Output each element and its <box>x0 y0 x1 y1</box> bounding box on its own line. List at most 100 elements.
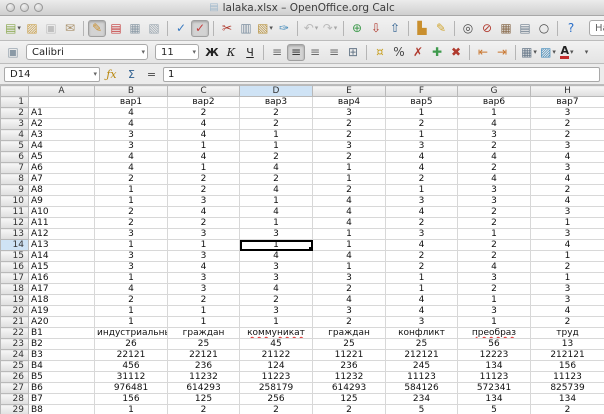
cell-B19[interactable]: 2 <box>94 294 168 306</box>
cell-E29[interactable]: 2 <box>312 404 386 414</box>
row-header-15[interactable]: 15 <box>0 250 29 262</box>
cell-A16[interactable]: A15 <box>28 261 95 273</box>
add-decimal-button[interactable]: ✚ <box>428 44 446 61</box>
cell-H28[interactable]: 134 <box>530 393 604 405</box>
align-justify-button[interactable]: ≡ <box>325 44 343 61</box>
cell-B25[interactable]: 456 <box>94 360 168 372</box>
cell-C13[interactable]: 3 <box>167 228 240 240</box>
cell-F14[interactable]: 4 <box>385 239 458 251</box>
chart-icon[interactable]: ▙ <box>413 20 431 37</box>
cell-B23[interactable]: 26 <box>94 338 168 350</box>
cell-E7[interactable]: 1 <box>312 162 386 174</box>
cell-B2[interactable]: 4 <box>94 107 168 119</box>
row-header-12[interactable]: 12 <box>0 217 29 229</box>
cell-C23[interactable]: 25 <box>167 338 240 350</box>
cell-H24[interactable]: 212121 <box>530 349 604 361</box>
cell-D12[interactable]: 1 <box>239 217 313 229</box>
cell-G10[interactable]: 3 <box>457 195 531 207</box>
cell-G7[interactable]: 2 <box>457 162 531 174</box>
underline-button[interactable]: Ч <box>241 44 259 61</box>
cell-E13[interactable]: 1 <box>312 228 386 240</box>
cell-D25[interactable]: 124 <box>239 360 313 372</box>
cell-G20[interactable]: 3 <box>457 305 531 317</box>
cut-icon[interactable]: ✂ <box>218 20 236 37</box>
standard-format-button[interactable]: ✗ <box>409 44 427 61</box>
cell-F12[interactable]: 2 <box>385 217 458 229</box>
gallery-icon[interactable]: ▦ <box>497 20 515 37</box>
cell-A23[interactable]: B2 <box>28 338 95 350</box>
cell-G28[interactable]: 134 <box>457 393 531 405</box>
cell-C7[interactable]: 1 <box>167 162 240 174</box>
cell-F1[interactable]: вар5 <box>385 96 458 108</box>
cell-G21[interactable]: 1 <box>457 316 531 328</box>
cell-B11[interactable]: 2 <box>94 206 168 218</box>
cell-F2[interactable]: 1 <box>385 107 458 119</box>
cell-A13[interactable]: A12 <box>28 228 95 240</box>
cell-B9[interactable]: 1 <box>94 184 168 196</box>
cell-C14[interactable]: 1 <box>167 239 240 251</box>
cell-H22[interactable]: труд <box>530 327 604 339</box>
navigator-icon[interactable]: ⊘ <box>478 20 496 37</box>
cell-G19[interactable]: 1 <box>457 294 531 306</box>
cell-D29[interactable]: 2 <box>239 404 313 414</box>
cell-C24[interactable]: 22121 <box>167 349 240 361</box>
cell-A8[interactable]: A7 <box>28 173 95 185</box>
delete-decimal-button[interactable]: ✖ <box>447 44 465 61</box>
close-window-button[interactable] <box>6 3 15 12</box>
cell-F7[interactable]: 4 <box>385 162 458 174</box>
cell-B22[interactable]: индустриальные <box>94 327 168 339</box>
cell-H3[interactable]: 2 <box>530 118 604 130</box>
cell-E5[interactable]: 3 <box>312 140 386 152</box>
cell-F9[interactable]: 1 <box>385 184 458 196</box>
cell-D9[interactable]: 4 <box>239 184 313 196</box>
formula-icon[interactable]: = <box>143 66 160 82</box>
row-header-21[interactable]: 21 <box>0 316 29 328</box>
cell-F21[interactable]: 3 <box>385 316 458 328</box>
sum-icon[interactable]: Σ <box>123 66 140 82</box>
cell-D16[interactable]: 3 <box>239 261 313 273</box>
row-header-22[interactable]: 22 <box>0 327 29 339</box>
row-header-8[interactable]: 8 <box>0 173 29 185</box>
cell-C1[interactable]: вар2 <box>167 96 240 108</box>
cell-A28[interactable]: B7 <box>28 393 95 405</box>
cell-D27[interactable]: 258179 <box>239 382 313 394</box>
row-header-7[interactable]: 7 <box>0 162 29 174</box>
italic-button[interactable]: К <box>222 44 240 61</box>
row-header-4[interactable]: 4 <box>0 129 29 141</box>
cell-B12[interactable]: 2 <box>94 217 168 229</box>
cell-A12[interactable]: A11 <box>28 217 95 229</box>
cell-H8[interactable]: 4 <box>530 173 604 185</box>
cell-H11[interactable]: 3 <box>530 206 604 218</box>
cell-F29[interactable]: 5 <box>385 404 458 414</box>
cell-C25[interactable]: 236 <box>167 360 240 372</box>
cell-C21[interactable]: 1 <box>167 316 240 328</box>
merge-cells-button[interactable]: ⊞ <box>344 44 362 61</box>
cell-E16[interactable]: 1 <box>312 261 386 273</box>
cell-H23[interactable]: 13 <box>530 338 604 350</box>
cell-E23[interactable]: 25 <box>312 338 386 350</box>
cell-F6[interactable]: 4 <box>385 151 458 163</box>
cell-F20[interactable]: 4 <box>385 305 458 317</box>
cell-D3[interactable]: 2 <box>239 118 313 130</box>
cell-G2[interactable]: 1 <box>457 107 531 119</box>
cell-A1[interactable] <box>28 96 95 108</box>
sort-ascending-icon[interactable]: ⇩ <box>367 20 385 37</box>
row-header-16[interactable]: 16 <box>0 261 29 273</box>
cell-A25[interactable]: B4 <box>28 360 95 372</box>
cell-C5[interactable]: 1 <box>167 140 240 152</box>
percent-format-button[interactable]: % <box>390 44 408 61</box>
cell-A2[interactable]: A1 <box>28 107 95 119</box>
auto-spellcheck-icon[interactable]: ✓ <box>191 19 209 37</box>
cell-H25[interactable]: 156 <box>530 360 604 372</box>
currency-format-button[interactable]: ¤ <box>371 44 389 61</box>
cell-B28[interactable]: 156 <box>94 393 168 405</box>
cell-H6[interactable]: 4 <box>530 151 604 163</box>
cell-B18[interactable]: 4 <box>94 283 168 295</box>
cell-H18[interactable]: 3 <box>530 283 604 295</box>
cell-E28[interactable]: 125 <box>312 393 386 405</box>
cell-H15[interactable]: 1 <box>530 250 604 262</box>
cell-C17[interactable]: 3 <box>167 272 240 284</box>
cell-A18[interactable]: A17 <box>28 283 95 295</box>
cell-G15[interactable]: 2 <box>457 250 531 262</box>
cell-F8[interactable]: 2 <box>385 173 458 185</box>
